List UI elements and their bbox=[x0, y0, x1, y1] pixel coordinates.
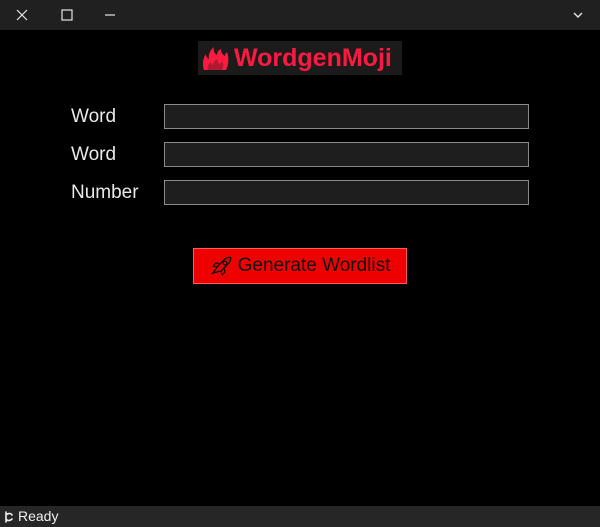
app-window: WordgenMoji Word Word Number Generate Wo… bbox=[0, 0, 600, 527]
number-label: Number bbox=[71, 182, 139, 203]
status-text: Ready bbox=[18, 508, 59, 524]
word-input-2[interactable] bbox=[164, 142, 529, 167]
title-bar bbox=[0, 0, 600, 30]
minimize-button[interactable] bbox=[88, 0, 132, 30]
status-bar: Ready bbox=[0, 506, 600, 527]
maximize-icon bbox=[61, 9, 73, 21]
fire-icon bbox=[202, 47, 229, 70]
generate-wordlist-button[interactable]: Generate Wordlist bbox=[193, 248, 407, 284]
word-input-1[interactable] bbox=[164, 104, 529, 129]
generate-wordlist-label: Generate Wordlist bbox=[237, 255, 391, 276]
minimize-icon bbox=[105, 14, 115, 16]
word-label-1: Word bbox=[71, 106, 117, 127]
maximize-button[interactable] bbox=[45, 0, 89, 30]
window-menu-button[interactable] bbox=[556, 0, 600, 30]
number-input[interactable] bbox=[164, 180, 529, 205]
rocket-icon bbox=[211, 256, 231, 276]
word-label-2: Word bbox=[71, 144, 117, 165]
app-title: WordgenMoji bbox=[234, 44, 392, 72]
chevron-down-icon bbox=[573, 12, 583, 18]
close-icon bbox=[16, 9, 28, 21]
close-button[interactable] bbox=[0, 0, 44, 30]
app-header: WordgenMoji bbox=[198, 41, 402, 75]
status-icon bbox=[5, 510, 13, 523]
